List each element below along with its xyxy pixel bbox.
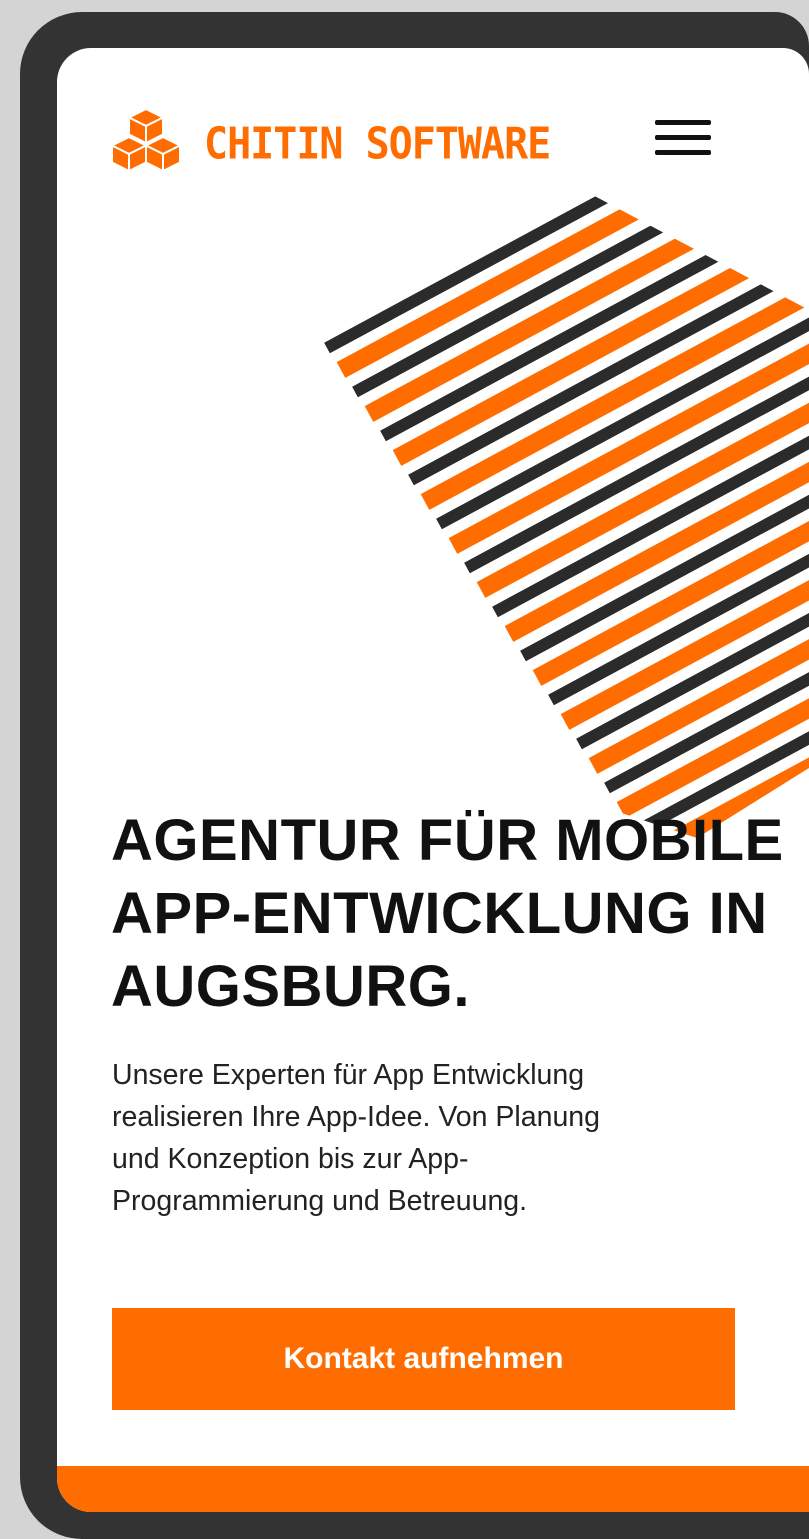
- headline-line: AUGSBURG.: [111, 954, 470, 1019]
- device-frame: CHITIN SOFTWARE AGENTUR FÜR MOBILE APP-E…: [20, 12, 809, 1539]
- page-headline: AGENTUR FÜR MOBILE APP-ENTWICKLUNG IN AU…: [111, 804, 791, 1023]
- brand-logo[interactable]: CHITIN SOFTWARE: [112, 108, 551, 180]
- description-line: Unsere Experten für App Entwicklung: [112, 1059, 585, 1091]
- cube-cluster-logo-icon: [112, 108, 180, 173]
- hero-description: Unsere Experten für App Entwicklung real…: [112, 1054, 712, 1222]
- description-line: Programmierung und Betreuung.: [112, 1185, 528, 1217]
- description-line: realisieren Ihre App-Idee. Von Planung: [112, 1101, 601, 1133]
- brand-name: CHITIN SOFTWARE: [204, 118, 551, 170]
- headline-line: AGENTUR FÜR MOBILE: [111, 808, 784, 873]
- headline-line: APP-ENTWICKLUNG IN: [111, 881, 768, 946]
- orange-footer-band: [57, 1466, 809, 1512]
- contact-button[interactable]: Kontakt aufnehmen: [112, 1308, 735, 1410]
- mobile-screen: CHITIN SOFTWARE AGENTUR FÜR MOBILE APP-E…: [57, 48, 809, 1512]
- description-line: und Konzeption bis zur App-: [112, 1143, 469, 1175]
- site-header: CHITIN SOFTWARE: [57, 48, 809, 218]
- hamburger-menu-icon[interactable]: [655, 120, 711, 164]
- hero-stripe: [504, 198, 809, 642]
